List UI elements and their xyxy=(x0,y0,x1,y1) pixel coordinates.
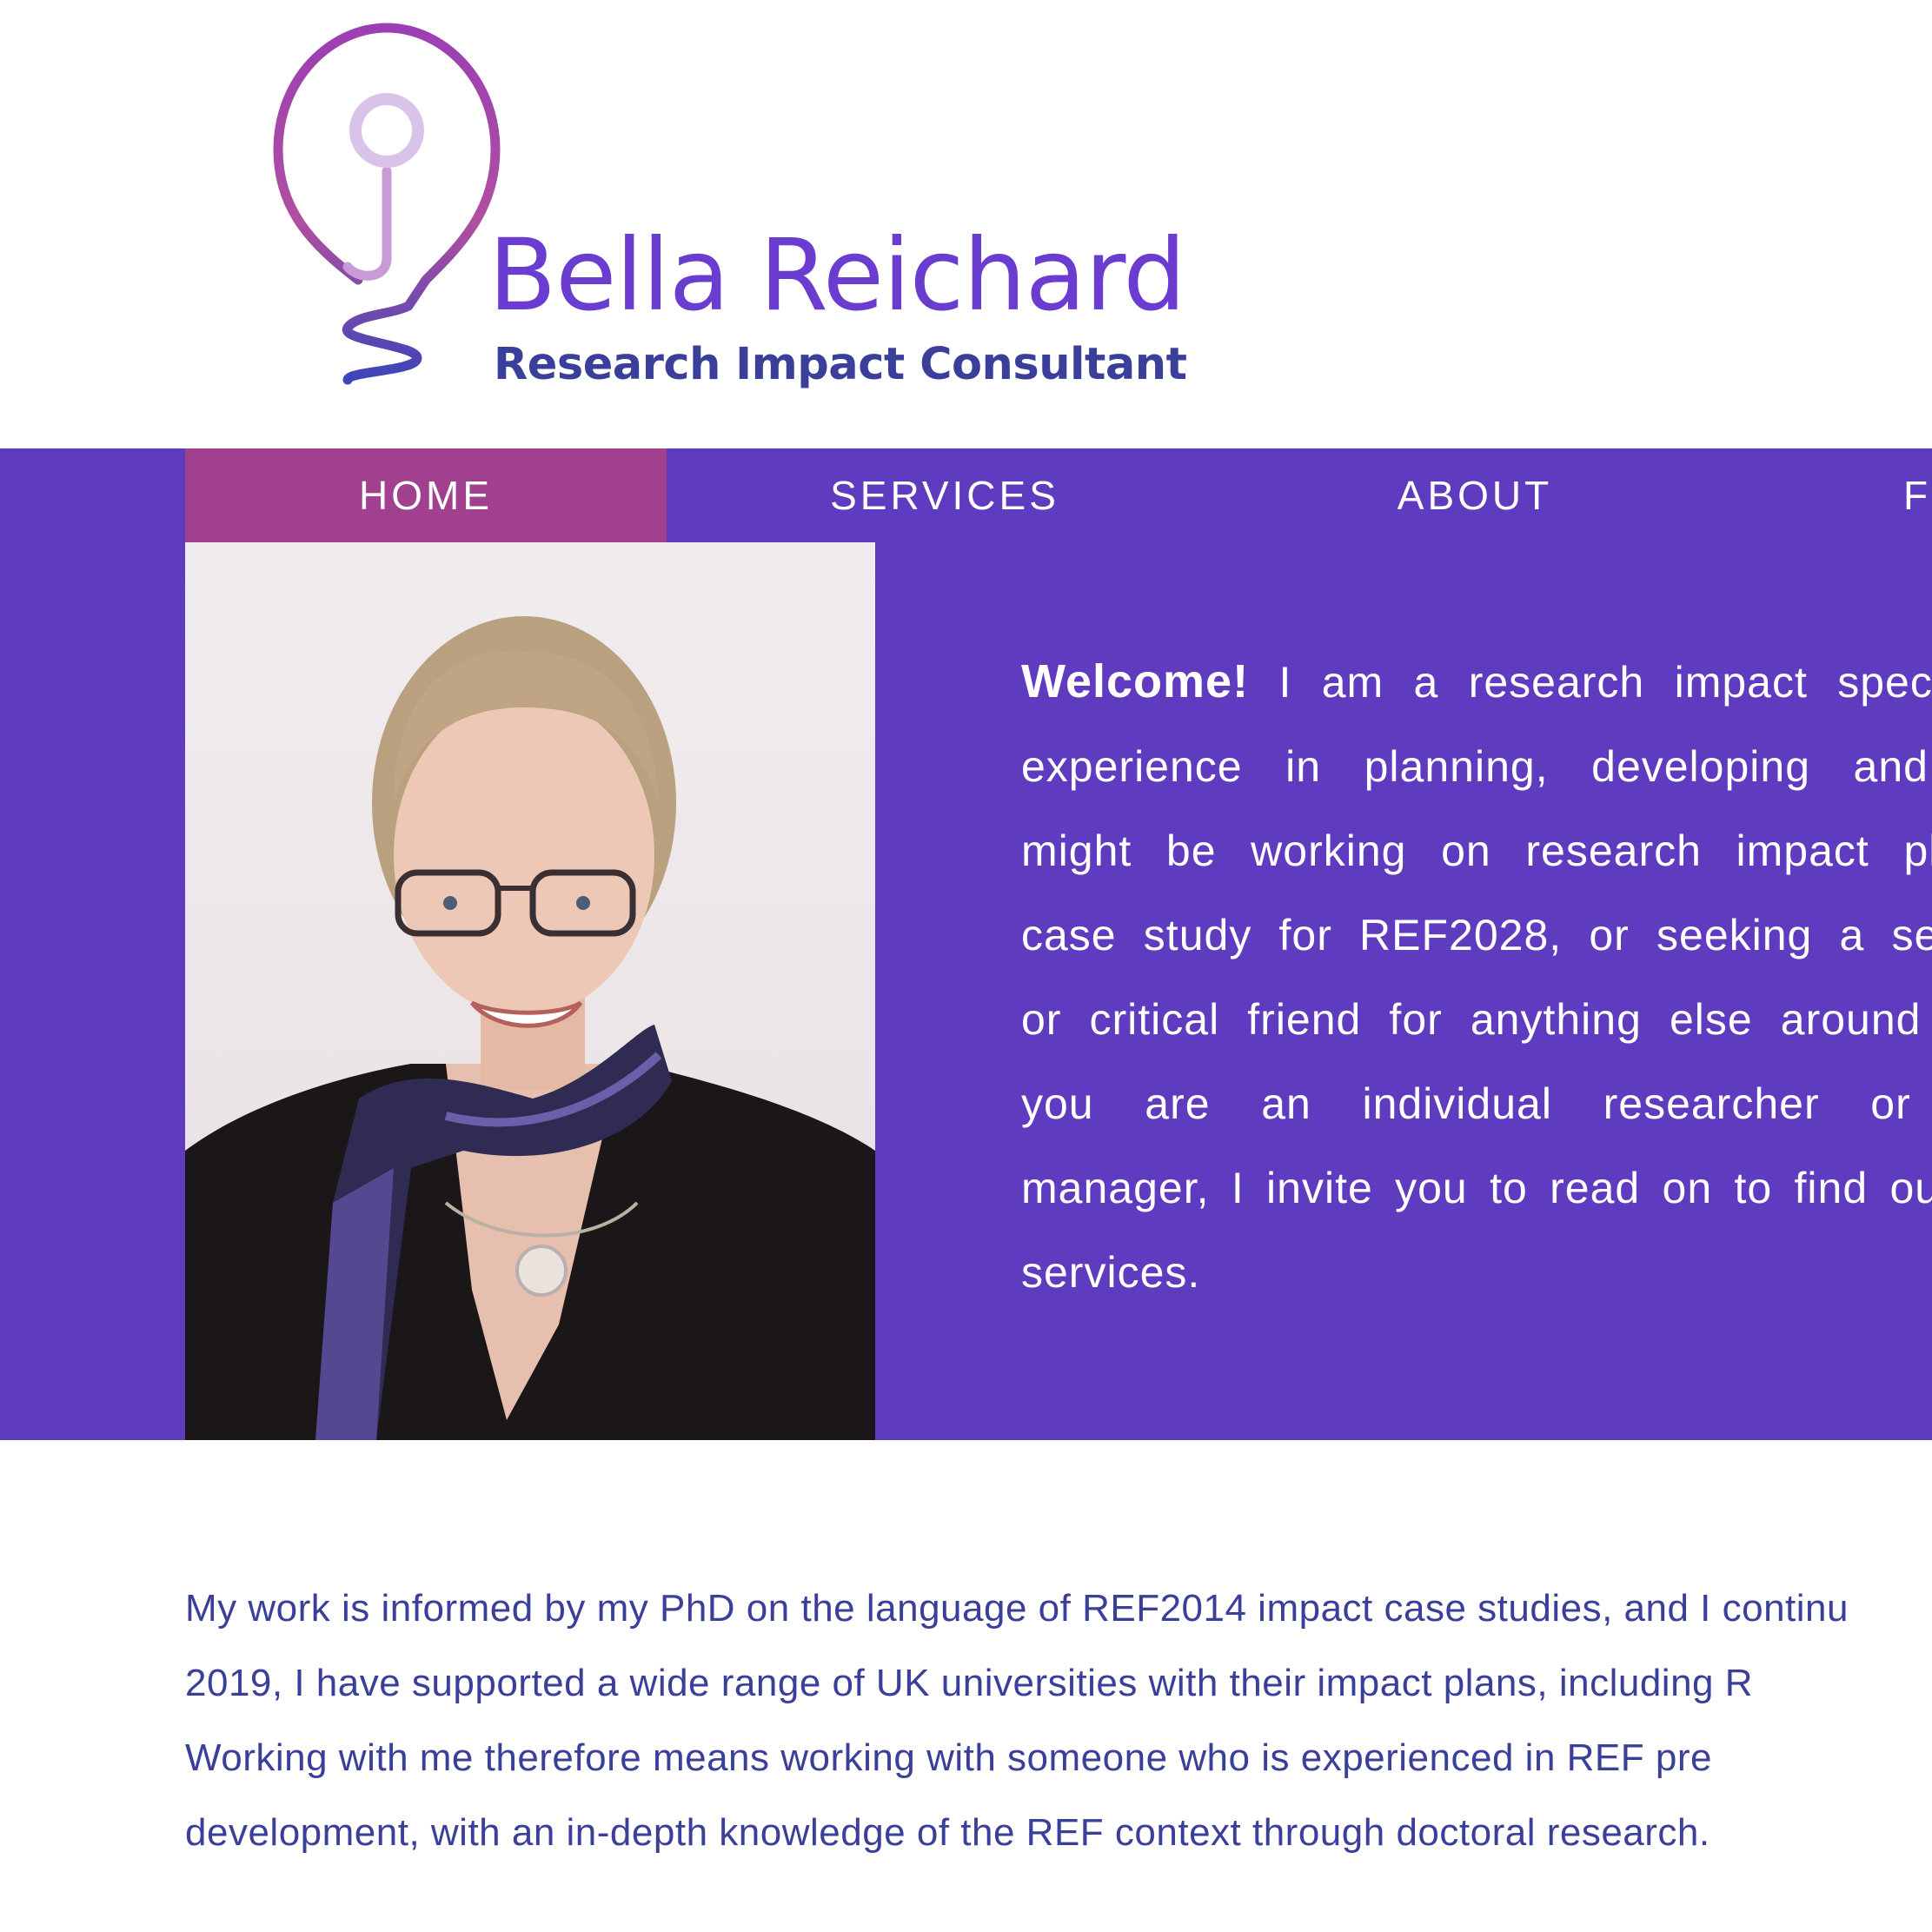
welcome-heading: Welcome! xyxy=(1021,655,1250,707)
lightbulb-icon xyxy=(273,23,501,385)
intro-paragraph: My work is informed by my PhD on the lan… xyxy=(185,1571,1932,1870)
intro-line: My work is informed by my PhD on the lan… xyxy=(185,1587,1849,1630)
welcome-line: you are an individual researcher or an xyxy=(1021,1079,1932,1128)
brand-tagline: Research Impact Consultant xyxy=(494,339,1187,390)
welcome-line: case study for REF2028, or seeking a sec… xyxy=(1021,911,1932,959)
intro-line: Working with me therefore means working … xyxy=(185,1736,1712,1779)
hero-section: Welcome! I am a research impact speciali… xyxy=(0,542,1932,1440)
welcome-line: experience in planning, developing and a… xyxy=(1021,742,1932,791)
nav-item-home[interactable]: HOME xyxy=(185,448,667,542)
intro-line: 2019, I have supported a wide range of U… xyxy=(185,1662,1754,1704)
portrait-photo xyxy=(185,542,875,1440)
welcome-line: might be working on research impact plan… xyxy=(1021,827,1932,875)
welcome-line: or critical friend for anything else aro… xyxy=(1021,995,1932,1044)
main-nav: HOME SERVICES ABOUT F xyxy=(0,448,1932,542)
brand-name[interactable]: Bella Reichard xyxy=(488,217,1186,333)
nav-item-next[interactable]: F xyxy=(1869,448,1932,542)
welcome-line: Welcome! I am a research impact speciali… xyxy=(1021,655,1932,707)
welcome-line: manager, I invite you to read on to find… xyxy=(1021,1164,1932,1212)
portrait-illustration xyxy=(185,616,875,1440)
welcome-line: services. xyxy=(1021,1248,1201,1297)
welcome-paragraph: Welcome! I am a research impact speciali… xyxy=(1021,640,1932,1315)
site-header: Bella Reichard Research Impact Consultan… xyxy=(0,0,1932,448)
nav-item-services[interactable]: SERVICES xyxy=(667,448,1223,542)
nav-item-about[interactable]: ABOUT xyxy=(1223,448,1727,542)
intro-line: development, with an in-depth knowledge … xyxy=(185,1811,1710,1854)
